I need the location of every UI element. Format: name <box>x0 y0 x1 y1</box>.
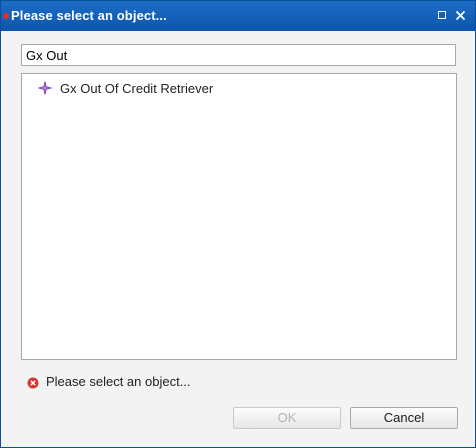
error-icon <box>27 376 39 388</box>
close-icon[interactable] <box>454 8 468 22</box>
results-list[interactable]: Gx Out Of Credit Retriever <box>21 73 457 360</box>
cancel-button[interactable]: Cancel <box>350 407 458 429</box>
ok-button[interactable]: OK <box>233 407 341 429</box>
list-item[interactable]: Gx Out Of Credit Retriever <box>38 79 213 97</box>
status-message: Please select an object... <box>27 374 191 389</box>
filter-input[interactable] <box>21 44 456 66</box>
dialog-titlebar[interactable]: Please select an object... <box>1 1 475 31</box>
dialog-title: Please select an object... <box>11 8 167 23</box>
list-item-label: Gx Out Of Credit Retriever <box>60 80 214 96</box>
maximize-icon[interactable] <box>436 8 450 22</box>
object-sparkle-icon <box>38 81 52 95</box>
window-indicator-icon <box>3 13 9 19</box>
select-object-dialog: Please select an object... Gx Out Of Cre… <box>0 0 476 448</box>
status-text: Please select an object... <box>46 374 191 389</box>
